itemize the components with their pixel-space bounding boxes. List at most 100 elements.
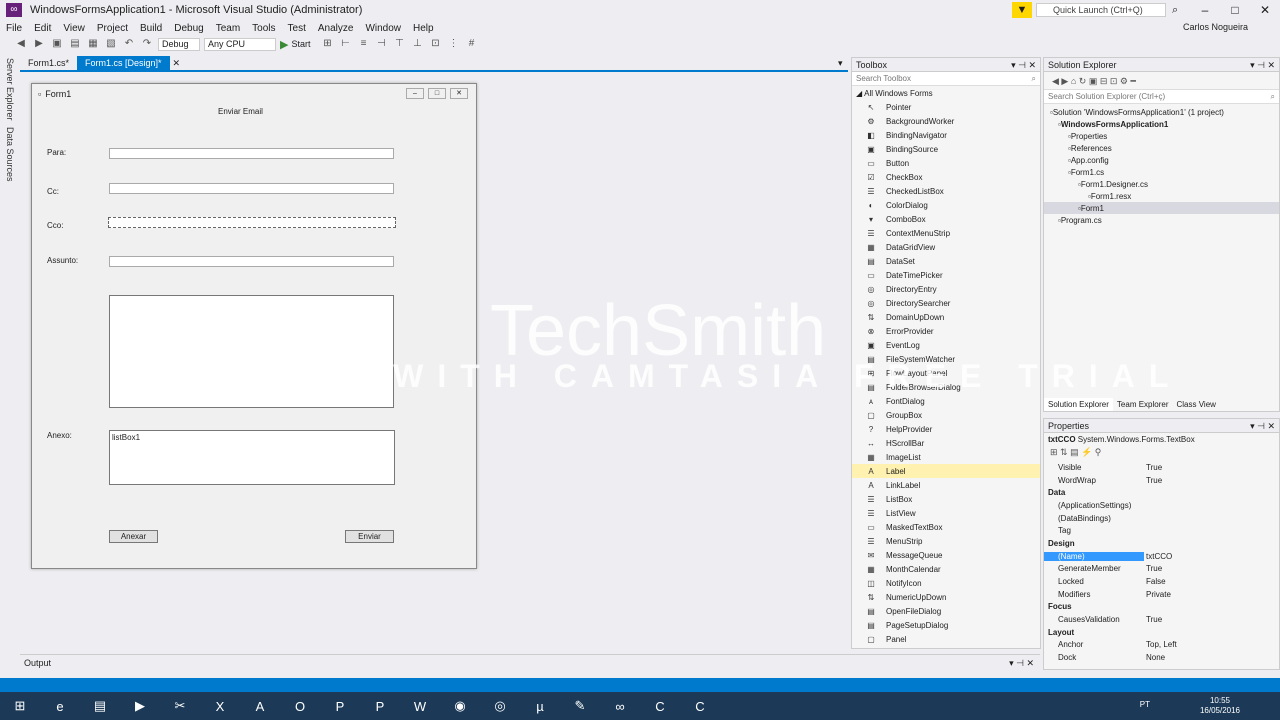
align-middle-icon[interactable]: ⊥ — [410, 38, 424, 50]
tab-form1-cs[interactable]: Form1.cs* — [20, 56, 77, 70]
enviar-button[interactable]: Enviar — [345, 530, 394, 543]
toolbox-item-directorysearcher[interactable]: ◎ DirectorySearcher — [852, 296, 1040, 310]
solution-item[interactable]: ▫ Form1.cs — [1044, 166, 1279, 178]
align-center-icon[interactable]: ≡ — [356, 38, 370, 50]
forward-icon[interactable]: ▶ — [32, 38, 46, 50]
layout-icon[interactable]: ⊞ — [320, 38, 334, 50]
menu-item-tools[interactable]: Tools — [252, 23, 275, 34]
toolbox-item-pagesetupdialog[interactable]: ▤ PageSetupDialog — [852, 618, 1040, 632]
output-panel[interactable]: Output ▾ ⊣ ✕ — [20, 654, 1040, 670]
property-category[interactable]: Layout — [1044, 626, 1279, 639]
toolbox-item-dataset[interactable]: ▤ DataSet — [852, 254, 1040, 268]
toolbox-item-datetimepicker[interactable]: ▭ DateTimePicker — [852, 268, 1040, 282]
message-textarea[interactable] — [109, 295, 394, 408]
toolbox-item-fontdialog[interactable]: ᴀ FontDialog — [852, 394, 1040, 408]
notepad-icon[interactable]: ✎ — [564, 694, 596, 718]
property-row[interactable]: Modifiers Private — [1044, 588, 1279, 601]
toolbox-item-errorprovider[interactable]: ⊗ ErrorProvider — [852, 324, 1040, 338]
toolbox-item-combobox[interactable]: ▾ ComboBox — [852, 212, 1040, 226]
new-project-icon[interactable]: ▣ — [50, 38, 64, 50]
align-left-icon[interactable]: ⊢ — [338, 38, 352, 50]
save-all-icon[interactable]: ▧ — [104, 38, 118, 50]
cc-input[interactable] — [109, 183, 394, 194]
solution-item[interactable]: ▫ Form1.resx — [1044, 190, 1279, 202]
toolbox-item-imagelist[interactable]: ▦ ImageList — [852, 450, 1040, 464]
android-icon[interactable]: ◉ — [444, 694, 476, 718]
menu-item-analyze[interactable]: Analyze — [318, 23, 354, 34]
config-select[interactable]: Debug — [158, 37, 200, 51]
label-anexo[interactable]: Anexo: — [47, 431, 72, 440]
solution-item[interactable]: ▫ References — [1044, 142, 1279, 154]
toolbox-item-button[interactable]: ▭ Button — [852, 156, 1040, 170]
close-tab-icon[interactable]: ✕ — [173, 58, 181, 69]
property-row[interactable]: Anchor Top, Left — [1044, 639, 1279, 652]
para-input[interactable] — [109, 148, 394, 159]
undo-icon[interactable]: ↶ — [122, 38, 136, 50]
align-right-icon[interactable]: ⊣ — [374, 38, 388, 50]
menu-item-project[interactable]: Project — [97, 23, 128, 34]
solution-item[interactable]: ▫ Program.cs — [1044, 214, 1279, 226]
grid-icon[interactable]: # — [464, 38, 478, 50]
notification-filter-icon[interactable]: ▼ — [1012, 2, 1032, 18]
menu-item-view[interactable]: View — [63, 23, 85, 34]
solution-item[interactable]: ▫ App.config — [1044, 154, 1279, 166]
property-row[interactable]: WordWrap True — [1044, 474, 1279, 487]
property-row[interactable]: Visible True — [1044, 461, 1279, 474]
cco-input-selected[interactable] — [108, 217, 396, 228]
toolbox-item-checkedlistbox[interactable]: ☰ CheckedListBox — [852, 184, 1040, 198]
size-icon[interactable]: ⊡ — [428, 38, 442, 50]
tab-form1-design[interactable]: Form1.cs [Design]* — [77, 56, 170, 70]
property-row[interactable]: GenerateMember True — [1044, 563, 1279, 576]
toolbox-item-domainupdown[interactable]: ⇅ DomainUpDown — [852, 310, 1040, 324]
camtasia-recorder-icon[interactable]: C — [684, 694, 716, 718]
menu-item-debug[interactable]: Debug — [174, 23, 203, 34]
snipping-icon[interactable]: ✂ — [164, 694, 196, 718]
solex-toolbar[interactable]: ◀ ▶ ⌂ ↻ ▣ ⊟ ⊡ ⚙ ━ — [1044, 72, 1279, 90]
toolbox-search-input[interactable]: Search Toolbox ⌕ — [852, 72, 1040, 86]
property-category[interactable]: Focus — [1044, 601, 1279, 614]
label-assunto[interactable]: Assunto: — [47, 256, 78, 265]
solex-pin-close-icon[interactable]: ▾ ⊣ ✕ — [1250, 58, 1275, 72]
align-top-icon[interactable]: ⊤ — [392, 38, 406, 50]
property-row[interactable]: Dock None — [1044, 651, 1279, 664]
output-pin-close-icon[interactable]: ▾ ⊣ ✕ — [1009, 655, 1034, 671]
data-sources-tab[interactable]: Data Sources — [5, 127, 15, 182]
menu-item-edit[interactable]: Edit — [34, 23, 51, 34]
ie-icon[interactable]: e — [44, 694, 76, 718]
menu-item-help[interactable]: Help — [413, 23, 434, 34]
label-cc[interactable]: Cc: — [47, 187, 59, 196]
label-para[interactable]: Para: — [47, 148, 66, 157]
toolbox-item-folderbrowserdialog[interactable]: ▤ FolderBrowserDialog — [852, 380, 1040, 394]
explorer-icon[interactable]: ▤ — [84, 694, 116, 718]
property-row[interactable]: (ApplicationSettings) — [1044, 499, 1279, 512]
toolbox-item-datagridview[interactable]: ▦ DataGridView — [852, 240, 1040, 254]
toolbox-item-linklabel[interactable]: A LinkLabel — [852, 478, 1040, 492]
solution-item[interactable]: ▫ Form1 — [1044, 202, 1279, 214]
save-icon[interactable]: ▦ — [86, 38, 100, 50]
access-icon[interactable]: A — [244, 694, 276, 718]
powerpoint-icon[interactable]: P — [324, 694, 356, 718]
toolbox-item-bindingsource[interactable]: ▣ BindingSource — [852, 142, 1040, 156]
toolbox-item-helpprovider[interactable]: ? HelpProvider — [852, 422, 1040, 436]
toolbox-item-flowlayoutpanel[interactable]: ⊞ FlowLayoutPanel — [852, 366, 1040, 380]
properties-toolbar[interactable]: ⊞ ⇅ ▤ ⚡ ⚲ — [1044, 447, 1279, 461]
property-row[interactable]: (Name) txtCCO — [1044, 550, 1279, 563]
solex-search-input[interactable]: Search Solution Explorer (Ctrl+ç) ⌕ — [1044, 90, 1279, 104]
excel-icon[interactable]: X — [204, 694, 236, 718]
toolbox-item-checkbox[interactable]: ☑ CheckBox — [852, 170, 1040, 184]
camtasia-icon[interactable]: C — [644, 694, 676, 718]
toolbox-item-maskedtextbox[interactable]: ▭ MaskedTextBox — [852, 520, 1040, 534]
toolbox-group[interactable]: ◢ All Windows Forms — [852, 86, 1040, 100]
utorrent-icon[interactable]: µ — [524, 694, 556, 718]
menu-item-window[interactable]: Window — [365, 23, 401, 34]
close-button[interactable]: ✕ — [1250, 3, 1280, 17]
solution-item[interactable]: ▫ Form1.Designer.cs — [1044, 178, 1279, 190]
properties-object-select[interactable]: txtCCO System.Windows.Forms.TextBox — [1044, 433, 1279, 447]
props-pin-close-icon[interactable]: ▾ ⊣ ✕ — [1250, 419, 1275, 433]
toolbox-item-notifyicon[interactable]: ◫ NotifyIcon — [852, 576, 1040, 590]
toolbox-item-numericupdown[interactable]: ⇅ NumericUpDown — [852, 590, 1040, 604]
menu-item-file[interactable]: File — [6, 23, 22, 34]
toolbox-item-label[interactable]: A Label — [852, 464, 1040, 478]
start-menu-icon[interactable]: ⊞ — [4, 694, 36, 718]
toolbox-item-eventlog[interactable]: ▣ EventLog — [852, 338, 1040, 352]
